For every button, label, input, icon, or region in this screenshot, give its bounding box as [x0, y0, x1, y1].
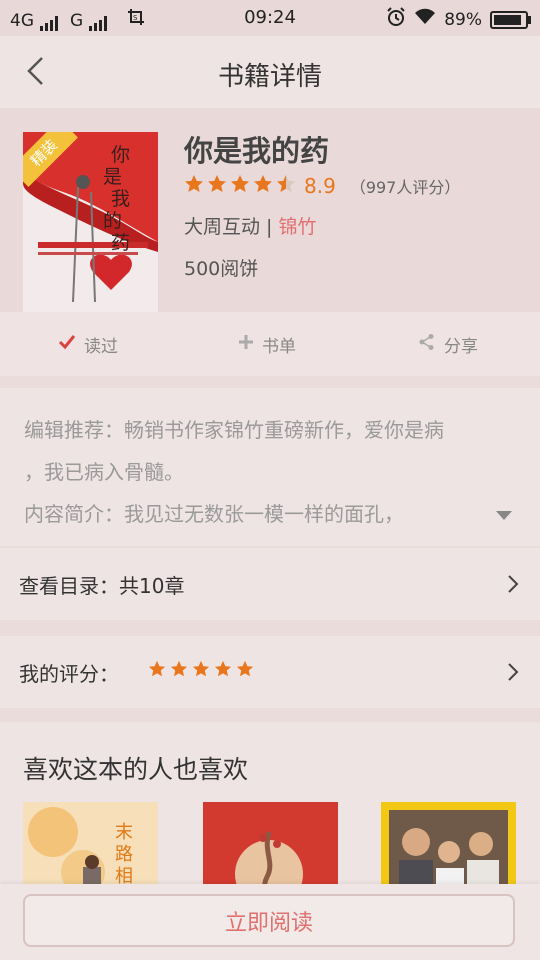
- alarm-icon: [386, 7, 406, 32]
- toc-label: 查看目录：共10章: [19, 574, 185, 598]
- star-icon: [276, 174, 296, 198]
- battery-percent: 89%: [444, 9, 482, 30]
- wifi-icon: [414, 8, 436, 31]
- share-label: 分享: [444, 336, 478, 357]
- description-section[interactable]: 编辑推荐：畅销书作家锦竹重磅新作，爱你是病 ，我已病入骨髓。 内容简介：我见过无…: [0, 388, 540, 546]
- cover-title-char: 是: [103, 166, 123, 188]
- my-rating-row[interactable]: 我的评分：: [0, 636, 540, 708]
- read-count: 500阅饼: [184, 258, 259, 280]
- star-icon[interactable]: [214, 660, 232, 682]
- author-link[interactable]: 锦竹: [279, 216, 317, 238]
- description-line: 编辑推荐：畅销书作家锦竹重磅新作，爱你是病: [24, 418, 444, 442]
- description-line: ，我已病入骨髓。: [24, 460, 184, 484]
- add-booklist-label: 书单: [262, 336, 296, 357]
- star-icon[interactable]: [236, 660, 254, 682]
- page-title: 书籍详情: [217, 62, 322, 92]
- star-icon: [207, 174, 227, 198]
- add-booklist-button[interactable]: 书单: [238, 312, 296, 376]
- action-bar: 读过 书单 分享: [0, 312, 540, 376]
- star-icon[interactable]: [192, 660, 210, 682]
- star-icon[interactable]: [170, 660, 188, 682]
- read-now-button[interactable]: 立即阅读: [23, 894, 515, 947]
- star-icon: [230, 174, 250, 198]
- cover-title-char: 药: [111, 232, 131, 254]
- rating-count: （997人评分）: [349, 178, 461, 197]
- my-rating-stars[interactable]: [148, 660, 254, 682]
- star-icon: [184, 174, 204, 198]
- rating-stars: [184, 174, 296, 198]
- recommended-book-cover-text: 末路相: [115, 822, 133, 887]
- expand-arrow-icon[interactable]: [496, 506, 512, 525]
- status-right: 89%: [386, 7, 531, 32]
- header: 书籍详情: [0, 36, 540, 108]
- cover-title-char: 的: [103, 210, 123, 232]
- status-bar: 4G G S 09:24 89%: [0, 0, 540, 36]
- book-info-section: 精装 你是我的药 你是我的药 8.9 （997人评分） 大周互动 | 锦竹 50…: [0, 108, 540, 312]
- description-line: 内容简介：我见过无数张一模一样的面孔，: [24, 502, 404, 526]
- share-icon: [418, 333, 436, 356]
- rating-score: 8.9: [304, 174, 336, 198]
- star-icon: [253, 174, 273, 198]
- book-title: 你是我的药: [184, 134, 330, 168]
- book-cover[interactable]: 精装 你是我的药: [23, 132, 158, 312]
- mark-read-label: 读过: [84, 336, 118, 357]
- chevron-right-icon: [506, 574, 520, 594]
- cover-title: 你是我的药: [103, 144, 131, 254]
- recommendations-title: 喜欢这本的人也喜欢: [23, 755, 249, 784]
- share-button[interactable]: 分享: [418, 312, 478, 376]
- publisher: 大周互动: [184, 216, 261, 238]
- cover-title-char: 你: [111, 144, 131, 166]
- publisher-separator: |: [260, 216, 279, 238]
- battery-icon: [490, 10, 531, 29]
- cover-title-char: 我: [111, 188, 131, 210]
- publisher-line: 大周互动 | 锦竹: [184, 212, 317, 239]
- my-rating-label: 我的评分：: [19, 662, 119, 686]
- bottom-bar: 立即阅读: [0, 884, 540, 960]
- table-of-contents-row[interactable]: 查看目录：共10章: [0, 548, 540, 620]
- check-icon: [58, 334, 76, 355]
- mark-read-button[interactable]: 读过: [58, 312, 118, 376]
- chevron-right-icon: [506, 662, 520, 682]
- rating-row: 8.9 （997人评分）: [184, 174, 460, 198]
- star-icon[interactable]: [148, 660, 166, 682]
- plus-icon: [238, 334, 254, 355]
